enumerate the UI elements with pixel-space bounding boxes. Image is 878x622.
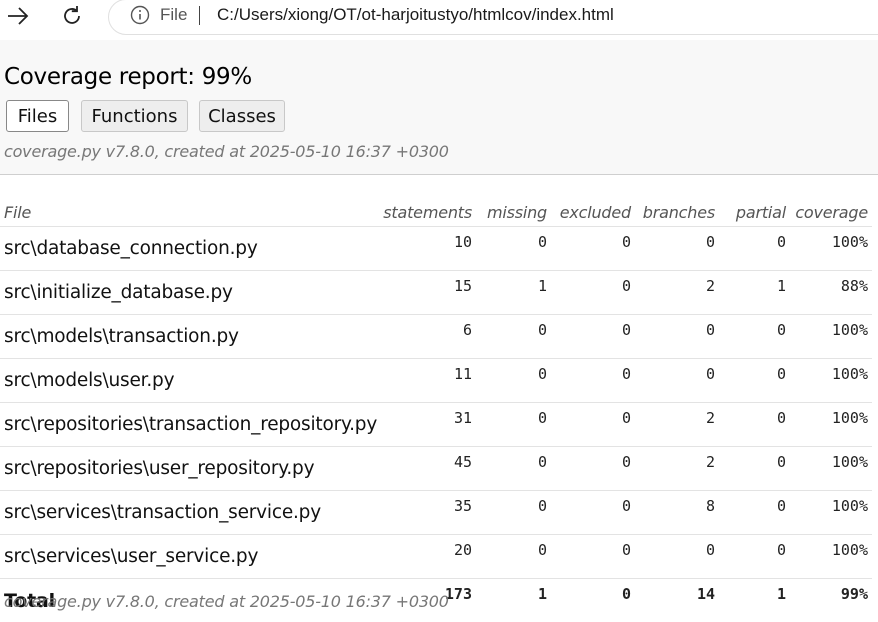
column-header-file[interactable]: File bbox=[0, 198, 383, 227]
address-file-label: File bbox=[160, 5, 187, 25]
table-row: src\services\user_service.py 20 0 0 0 0 … bbox=[0, 535, 872, 579]
table-row: src\services\transaction_service.py 35 0… bbox=[0, 491, 872, 535]
partial-cell: 0 bbox=[719, 491, 790, 535]
tab-files[interactable]: Files bbox=[6, 100, 69, 132]
excluded-cell: 0 bbox=[551, 359, 635, 403]
table-row: src\initialize_database.py 15 1 0 2 1 88… bbox=[0, 271, 872, 315]
excluded-cell: 0 bbox=[551, 491, 635, 535]
excluded-cell: 0 bbox=[551, 535, 635, 579]
column-header-partial[interactable]: partial bbox=[719, 198, 790, 227]
missing-cell: 0 bbox=[476, 227, 551, 271]
partial-cell: 0 bbox=[719, 403, 790, 447]
column-header-coverage[interactable]: coverage bbox=[790, 198, 872, 227]
column-header-branches[interactable]: branches bbox=[635, 198, 719, 227]
missing-cell: 0 bbox=[476, 491, 551, 535]
tab-classes[interactable]: Classes bbox=[199, 100, 285, 132]
info-icon[interactable] bbox=[130, 5, 150, 25]
browser-toolbar: File C:/Users/xiong/OT/ot-harjoitustyo/h… bbox=[0, 0, 878, 40]
missing-cell: 0 bbox=[476, 359, 551, 403]
file-link[interactable]: src\models\user.py bbox=[0, 359, 383, 403]
table-row: src\repositories\transaction_repository.… bbox=[0, 403, 872, 447]
branches-cell: 2 bbox=[635, 447, 719, 491]
report-header: Coverage report: 99% Files Functions Cla… bbox=[0, 40, 878, 175]
arrow-right-icon bbox=[6, 5, 30, 27]
address-separator bbox=[199, 6, 200, 25]
reload-button[interactable] bbox=[55, 2, 89, 30]
tab-functions[interactable]: Functions bbox=[81, 100, 188, 132]
file-link[interactable]: src\services\user_service.py bbox=[0, 535, 383, 579]
missing-cell: 0 bbox=[476, 315, 551, 359]
statements-cell: 45 bbox=[383, 447, 476, 491]
column-header-missing[interactable]: missing bbox=[476, 198, 551, 227]
statements-cell: 31 bbox=[383, 403, 476, 447]
statements-cell: 35 bbox=[383, 491, 476, 535]
coverage-cell: 88% bbox=[790, 271, 872, 315]
address-url[interactable]: C:/Users/xiong/OT/ot-harjoitustyo/htmlco… bbox=[217, 5, 614, 25]
footer-created-info: coverage.py v7.8.0, created at 2025-05-1… bbox=[4, 592, 449, 611]
coverage-cell: 100% bbox=[790, 535, 872, 579]
branches-cell: 8 bbox=[635, 491, 719, 535]
file-link[interactable]: src\database_connection.py bbox=[0, 227, 383, 271]
statements-cell: 15 bbox=[383, 271, 476, 315]
reload-icon bbox=[60, 4, 84, 28]
table-row: src\models\user.py 11 0 0 0 0 100% bbox=[0, 359, 872, 403]
file-link[interactable]: src\repositories\transaction_repository.… bbox=[0, 403, 383, 447]
created-info: coverage.py v7.8.0, created at 2025-05-1… bbox=[4, 142, 449, 161]
coverage-table: File statements missing excluded branche… bbox=[0, 198, 872, 622]
branches-cell: 0 bbox=[635, 359, 719, 403]
file-link[interactable]: src\services\transaction_service.py bbox=[0, 491, 383, 535]
branches-cell: 2 bbox=[635, 271, 719, 315]
column-header-statements[interactable]: statements bbox=[383, 198, 476, 227]
statements-cell: 10 bbox=[383, 227, 476, 271]
total-branches: 14 bbox=[635, 579, 719, 622]
statements-cell: 6 bbox=[383, 315, 476, 359]
branches-cell: 2 bbox=[635, 403, 719, 447]
excluded-cell: 0 bbox=[551, 271, 635, 315]
missing-cell: 0 bbox=[476, 535, 551, 579]
coverage-cell: 100% bbox=[790, 227, 872, 271]
coverage-cell: 100% bbox=[790, 403, 872, 447]
total-excluded: 0 bbox=[551, 579, 635, 622]
coverage-cell: 100% bbox=[790, 447, 872, 491]
missing-cell: 0 bbox=[476, 403, 551, 447]
excluded-cell: 0 bbox=[551, 227, 635, 271]
forward-button[interactable] bbox=[1, 2, 35, 30]
branches-cell: 0 bbox=[635, 535, 719, 579]
partial-cell: 0 bbox=[719, 227, 790, 271]
partial-cell: 1 bbox=[719, 271, 790, 315]
table-row: src\models\transaction.py 6 0 0 0 0 100% bbox=[0, 315, 872, 359]
statements-cell: 11 bbox=[383, 359, 476, 403]
branches-cell: 0 bbox=[635, 315, 719, 359]
table-header-row: File statements missing excluded branche… bbox=[0, 198, 872, 227]
branches-cell: 0 bbox=[635, 227, 719, 271]
table-row: src\database_connection.py 10 0 0 0 0 10… bbox=[0, 227, 872, 271]
page-title: Coverage report: 99% bbox=[4, 64, 252, 90]
total-missing: 1 bbox=[476, 579, 551, 622]
column-header-excluded[interactable]: excluded bbox=[551, 198, 635, 227]
file-link[interactable]: src\initialize_database.py bbox=[0, 271, 383, 315]
excluded-cell: 0 bbox=[551, 447, 635, 491]
coverage-cell: 100% bbox=[790, 491, 872, 535]
total-partial: 1 bbox=[719, 579, 790, 622]
partial-cell: 0 bbox=[719, 315, 790, 359]
total-coverage: 99% bbox=[790, 579, 872, 622]
coverage-cell: 100% bbox=[790, 359, 872, 403]
partial-cell: 0 bbox=[719, 447, 790, 491]
file-link[interactable]: src\repositories\user_repository.py bbox=[0, 447, 383, 491]
missing-cell: 1 bbox=[476, 271, 551, 315]
partial-cell: 0 bbox=[719, 535, 790, 579]
missing-cell: 0 bbox=[476, 447, 551, 491]
table-row: src\repositories\user_repository.py 45 0… bbox=[0, 447, 872, 491]
coverage-cell: 100% bbox=[790, 315, 872, 359]
partial-cell: 0 bbox=[719, 359, 790, 403]
statements-cell: 20 bbox=[383, 535, 476, 579]
file-link[interactable]: src\models\transaction.py bbox=[0, 315, 383, 359]
excluded-cell: 0 bbox=[551, 403, 635, 447]
excluded-cell: 0 bbox=[551, 315, 635, 359]
